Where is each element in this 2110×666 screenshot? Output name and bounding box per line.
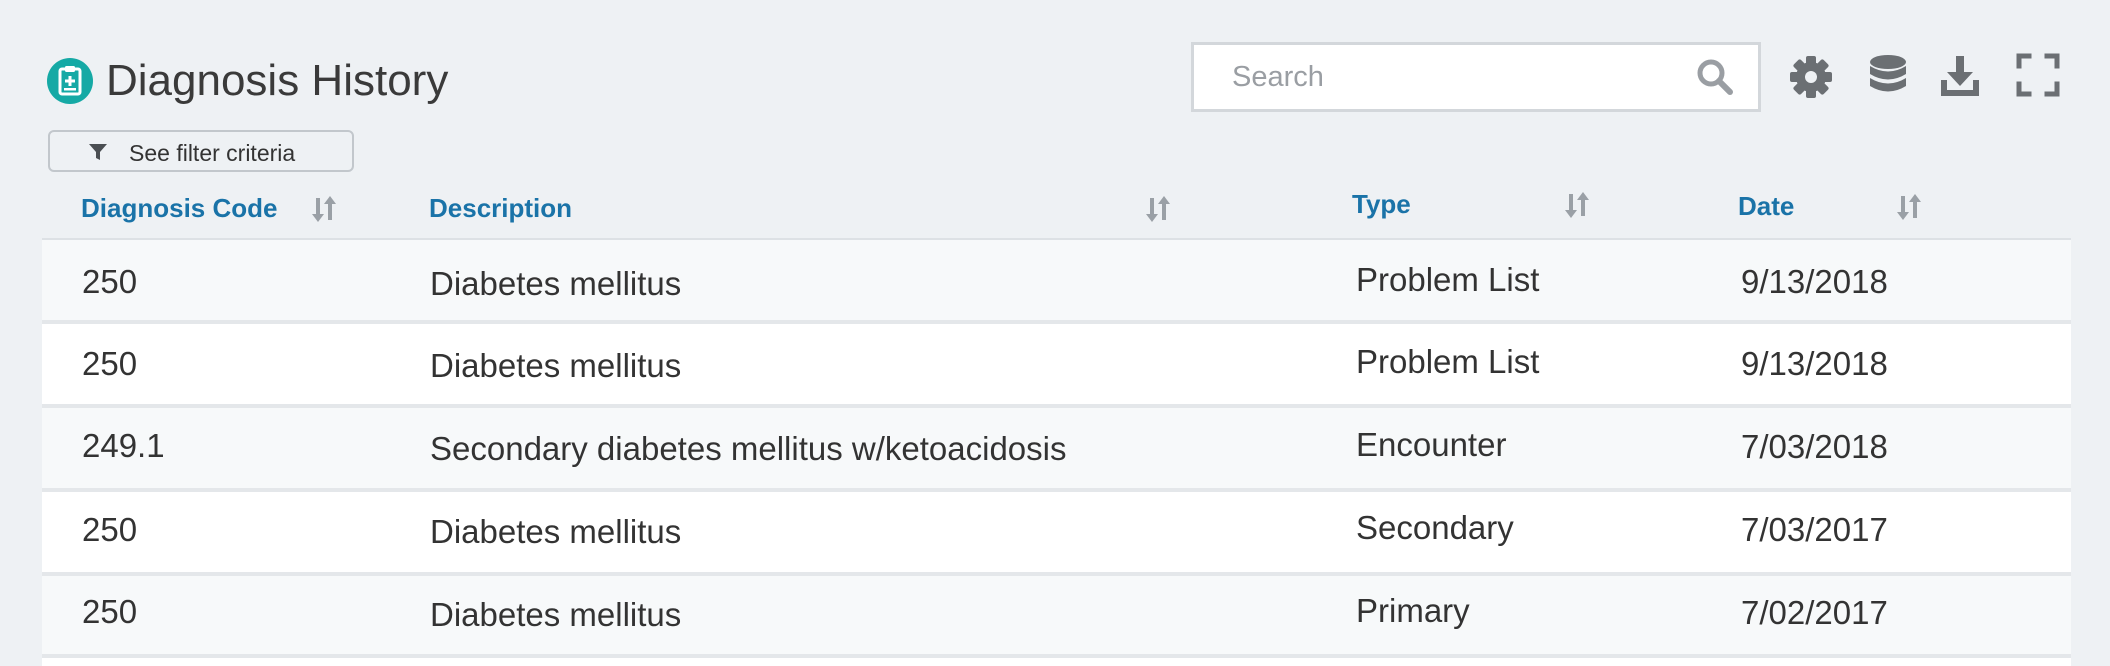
sort-icon[interactable] bbox=[1897, 192, 1923, 222]
cell-type: Secondary bbox=[1356, 509, 1514, 546]
cell-description: Diabetes mellitus bbox=[430, 265, 682, 302]
sort-icon[interactable] bbox=[312, 194, 338, 224]
search-icon[interactable] bbox=[1696, 58, 1734, 96]
filter-criteria-button[interactable]: See filter criteria bbox=[48, 130, 354, 172]
table-row[interactable]: 250 Diabetes mellitus Secondary 7/03/201… bbox=[42, 492, 2071, 576]
cell-date: 9/13/2018 bbox=[1741, 263, 1888, 300]
cell-type: Problem List bbox=[1356, 343, 1540, 380]
column-header-diagnosis-code[interactable]: Diagnosis Code bbox=[81, 192, 277, 224]
cell-date: 7/02/2017 bbox=[1741, 594, 1888, 631]
table-row[interactable]: 250 Diabetes mellitus Problem List 9/13/… bbox=[42, 324, 2071, 408]
table-row[interactable]: 250 Diabetes mellitus Problem List 9/13/… bbox=[42, 240, 2071, 324]
cell-date: 7/03/2017 bbox=[1741, 511, 1888, 548]
filter-criteria-label: See filter criteria bbox=[129, 140, 296, 166]
table-row[interactable]: 249.1 Secondary diabetes mellitus w/keto… bbox=[42, 408, 2071, 492]
cell-diagnosis-code: 250 bbox=[82, 345, 138, 382]
filter-icon bbox=[89, 144, 107, 160]
cell-description: Diabetes mellitus bbox=[430, 347, 682, 384]
sort-icon[interactable] bbox=[1146, 194, 1172, 224]
column-header-type[interactable]: Type bbox=[1352, 188, 1411, 220]
cell-type: Primary bbox=[1356, 592, 1470, 629]
cell-diagnosis-code: 250 bbox=[82, 593, 138, 630]
column-header-date[interactable]: Date bbox=[1738, 190, 1794, 222]
search-box[interactable] bbox=[1191, 42, 1761, 112]
column-header-description[interactable]: Description bbox=[429, 192, 572, 224]
page-title: Diagnosis History bbox=[106, 56, 449, 105]
database-button[interactable] bbox=[1863, 50, 1913, 100]
cell-diagnosis-code: 249.1 bbox=[82, 427, 165, 464]
clipboard-icon bbox=[47, 58, 93, 104]
cell-diagnosis-code: 250 bbox=[82, 511, 138, 548]
table-row-partial bbox=[42, 654, 2071, 666]
download-icon bbox=[1941, 56, 1979, 96]
search-input[interactable] bbox=[1232, 57, 1652, 97]
cell-type: Encounter bbox=[1356, 426, 1507, 463]
table-row[interactable]: 250 Diabetes mellitus Primary 7/02/2017 bbox=[42, 576, 2071, 660]
database-icon bbox=[1870, 55, 1906, 92]
download-button[interactable] bbox=[1935, 50, 1985, 100]
settings-button[interactable] bbox=[1786, 50, 1836, 100]
cell-date: 7/03/2018 bbox=[1741, 428, 1888, 465]
cell-date: 9/13/2018 bbox=[1741, 345, 1888, 382]
fullscreen-button[interactable] bbox=[2013, 50, 2063, 100]
settings-icon bbox=[1790, 56, 1832, 98]
cell-description: Secondary diabetes mellitus w/ketoacidos… bbox=[430, 430, 1067, 467]
cell-description: Diabetes mellitus bbox=[430, 513, 682, 550]
page-header: Diagnosis History See filter criteria bbox=[0, 0, 2110, 180]
cell-type: Problem List bbox=[1356, 261, 1540, 298]
fullscreen-icon bbox=[2016, 53, 2060, 97]
cell-diagnosis-code: 250 bbox=[82, 263, 138, 300]
sort-icon[interactable] bbox=[1565, 190, 1591, 220]
cell-description: Diabetes mellitus bbox=[430, 596, 682, 633]
